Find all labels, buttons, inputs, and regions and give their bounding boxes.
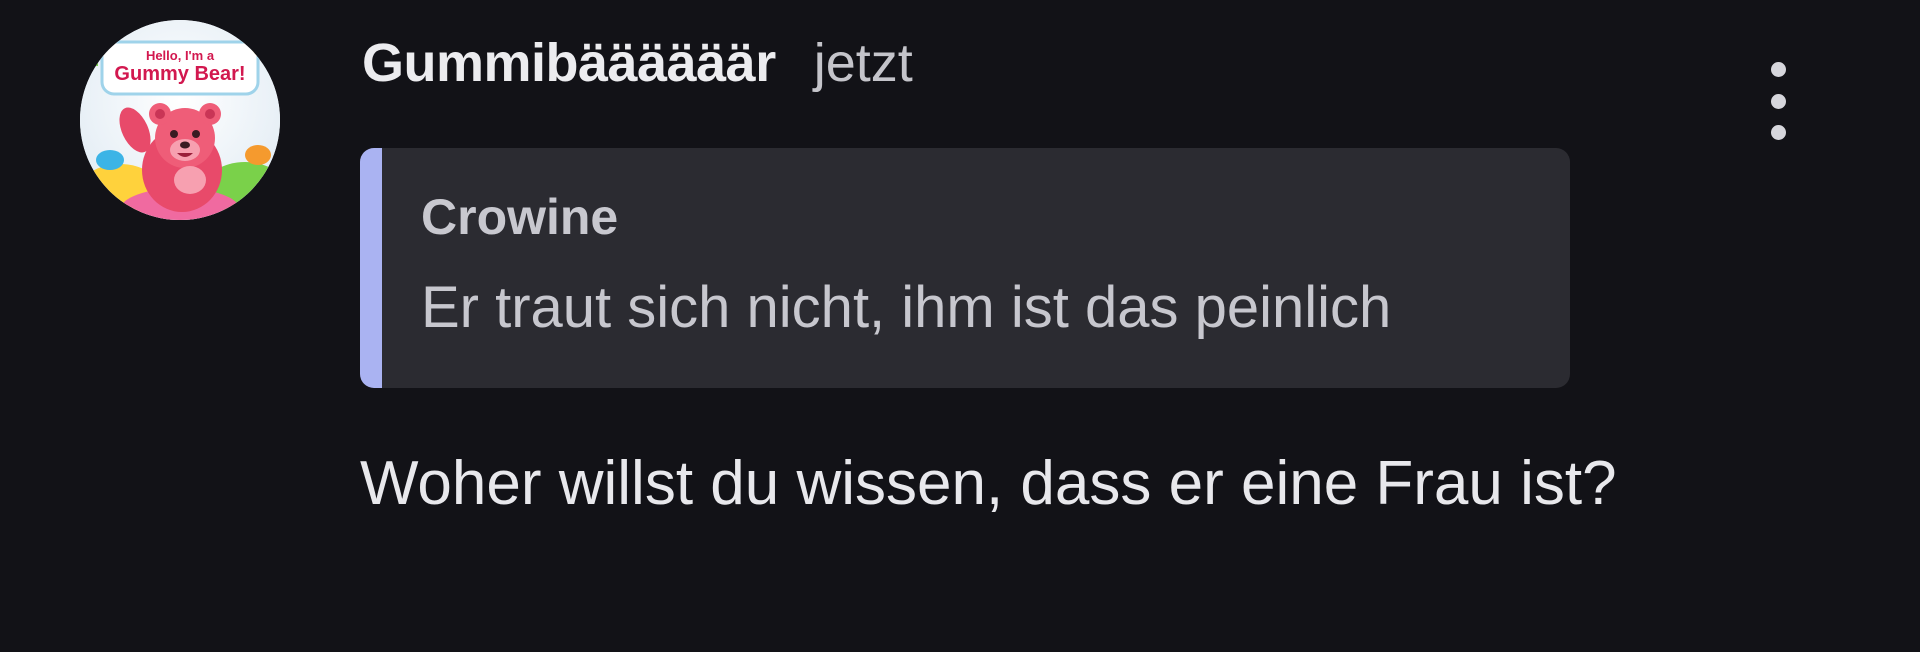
timestamp: jetzt: [813, 33, 913, 93]
quote-text: Er traut sich nicht, ihm ist das peinlic…: [421, 275, 1392, 340]
gummy-bear-avatar-icon: [80, 20, 280, 220]
message-text: Woher willst du wissen, dass er eine Fra…: [360, 449, 1617, 518]
comment: Hello, I'm a Gummy Bear! Gummibäääääär j…: [0, 0, 1920, 652]
more-options-button[interactable]: [1756, 62, 1800, 140]
quote-accent-bar: [360, 148, 382, 388]
avatar[interactable]: Hello, I'm a Gummy Bear!: [80, 20, 280, 220]
comment-header: Gummibäääääär jetzt: [362, 32, 913, 96]
quoted-reply[interactable]: Crowine Er traut sich nicht, ihm ist das…: [360, 148, 1570, 388]
author-name[interactable]: Gummibäääääär: [362, 32, 776, 94]
quote-author: Crowine: [421, 189, 619, 245]
more-vertical-icon: [1770, 62, 1786, 140]
